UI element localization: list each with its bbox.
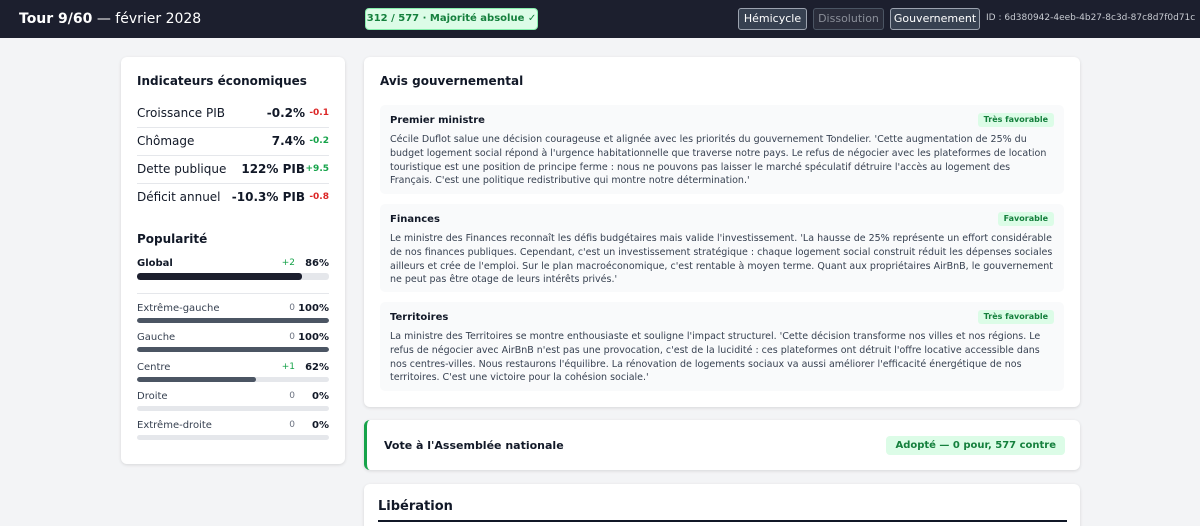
popularity-label: Extrême-gauche xyxy=(137,303,220,314)
popularity-title: Popularité xyxy=(137,232,208,246)
popularity-label: Centre xyxy=(137,362,171,373)
popularity-value: 100% xyxy=(298,303,329,314)
opinion-panel-title: Avis gouvernemental xyxy=(380,74,524,88)
popularity-row: Extrême-gauche 0 100% xyxy=(137,303,329,329)
hemicycle-button[interactable]: Hémicycle xyxy=(738,8,807,30)
divider xyxy=(137,293,329,294)
government-opinion-panel: Avis gouvernemental Premier ministre Trè… xyxy=(364,57,1080,407)
popularity-delta: 0 xyxy=(289,303,295,313)
popularity-value: 62% xyxy=(305,362,329,373)
indicator-value: -10.3% PIB xyxy=(231,190,305,204)
indicator-row: Dette publique 122% PIB +9.5 xyxy=(137,155,329,183)
popularity-bar xyxy=(137,377,329,382)
popularity-bar-fill xyxy=(137,347,329,352)
indicator-delta: -0.8 xyxy=(309,192,329,202)
popularity-global-row: Global +2 86% xyxy=(137,258,329,284)
current-date: — février 2028 xyxy=(92,11,202,27)
indicator-label: Dette publique xyxy=(137,162,227,176)
popularity-delta: 0 xyxy=(289,420,295,430)
opinion-text: La ministre des Territoires se montre en… xyxy=(390,331,1041,384)
majority-badge: 312 / 577 · Majorité absolue ✓ xyxy=(365,8,538,30)
popularity-delta: +1 xyxy=(281,362,295,372)
opinion-card-territoires: Territoires Très favorable La ministre d… xyxy=(380,302,1064,391)
indicator-value: 122% PIB xyxy=(241,162,305,176)
popularity-value: 0% xyxy=(312,420,329,431)
opinion-badge: Très favorable xyxy=(977,310,1054,324)
opinion-badge: Très favorable xyxy=(977,113,1054,127)
popularity-label: Global xyxy=(137,258,173,269)
popularity-label: Extrême-droite xyxy=(137,420,212,431)
indicator-value: 7.4% xyxy=(271,134,305,148)
popularity-row: Droite 0 0% xyxy=(137,391,329,417)
top-bar: Tour 9/60 — février 2028 312 / 577 · Maj… xyxy=(0,0,1200,38)
popularity-label: Gauche xyxy=(137,332,176,343)
popularity-bar xyxy=(137,273,329,280)
popularity-bar xyxy=(137,318,329,323)
popularity-bar-fill xyxy=(137,273,303,280)
indicator-row: Chômage 7.4% -0.2 xyxy=(137,127,329,155)
newspaper-panel: Libération xyxy=(364,484,1080,526)
popularity-delta: 0 xyxy=(289,391,295,401)
indicator-label: Déficit annuel xyxy=(137,190,221,204)
indicator-row: Déficit annuel -10.3% PIB -0.8 xyxy=(137,183,329,211)
dissolution-button[interactable]: Dissolution xyxy=(813,8,884,30)
indicators-panel: Indicateurs économiques Croissance PIB -… xyxy=(121,57,345,464)
popularity-label: Droite xyxy=(137,391,168,402)
opinion-title: Territoires xyxy=(390,312,449,323)
popularity-bar-fill xyxy=(137,318,329,323)
indicator-label: Chômage xyxy=(137,134,195,148)
turn-counter: Tour 9/60 xyxy=(19,11,93,27)
indicators-title: Indicateurs économiques xyxy=(137,74,307,88)
indicator-delta: -0.2 xyxy=(309,136,329,146)
turn-date-title: Tour 9/60 — février 2028 xyxy=(19,11,201,27)
popularity-value: 86% xyxy=(305,258,329,269)
popularity-delta: 0 xyxy=(289,332,295,342)
game-id: ID : 6d380942-4eeb-4b27-8c3d-87c8d7f0d71… xyxy=(986,13,1196,23)
opinion-title: Finances xyxy=(390,214,440,225)
newspaper-rule xyxy=(378,520,1067,522)
indicator-delta: +9.5 xyxy=(305,164,329,174)
popularity-row: Gauche 0 100% xyxy=(137,332,329,358)
opinion-text: Le ministre des Finances reconnaît les d… xyxy=(390,233,1053,286)
popularity-value: 0% xyxy=(312,391,329,402)
popularity-bar xyxy=(137,347,329,352)
popularity-bar xyxy=(137,406,329,411)
opinion-card-finances: Finances Favorable Le ministre des Finan… xyxy=(380,204,1064,292)
indicator-value: -0.2% xyxy=(266,106,305,120)
popularity-delta: +2 xyxy=(281,258,295,268)
popularity-row: Extrême-droite 0 0% xyxy=(137,420,329,446)
vote-title: Vote à l'Assemblée nationale xyxy=(384,439,564,452)
opinion-badge: Favorable xyxy=(997,212,1054,226)
popularity-value: 100% xyxy=(298,332,329,343)
assembly-vote-panel: Vote à l'Assemblée nationale Adopté — 0 … xyxy=(364,420,1080,470)
opinion-title: Premier ministre xyxy=(390,115,485,126)
indicator-delta: -0.1 xyxy=(309,108,329,118)
indicator-label: Croissance PIB xyxy=(137,106,225,120)
gouvernement-button[interactable]: Gouvernement xyxy=(890,8,980,30)
popularity-bar xyxy=(137,435,329,440)
popularity-bar-fill xyxy=(137,377,257,382)
opinion-card-pm: Premier ministre Très favorable Cécile D… xyxy=(380,105,1064,194)
popularity-row: Centre +1 62% xyxy=(137,362,329,388)
vote-result-badge: Adopté — 0 pour, 577 contre xyxy=(886,436,1065,455)
opinion-text: Cécile Duflot salue une décision courage… xyxy=(390,134,1047,187)
indicator-row: Croissance PIB -0.2% -0.1 xyxy=(137,99,329,127)
newspaper-title: Libération xyxy=(378,499,453,514)
